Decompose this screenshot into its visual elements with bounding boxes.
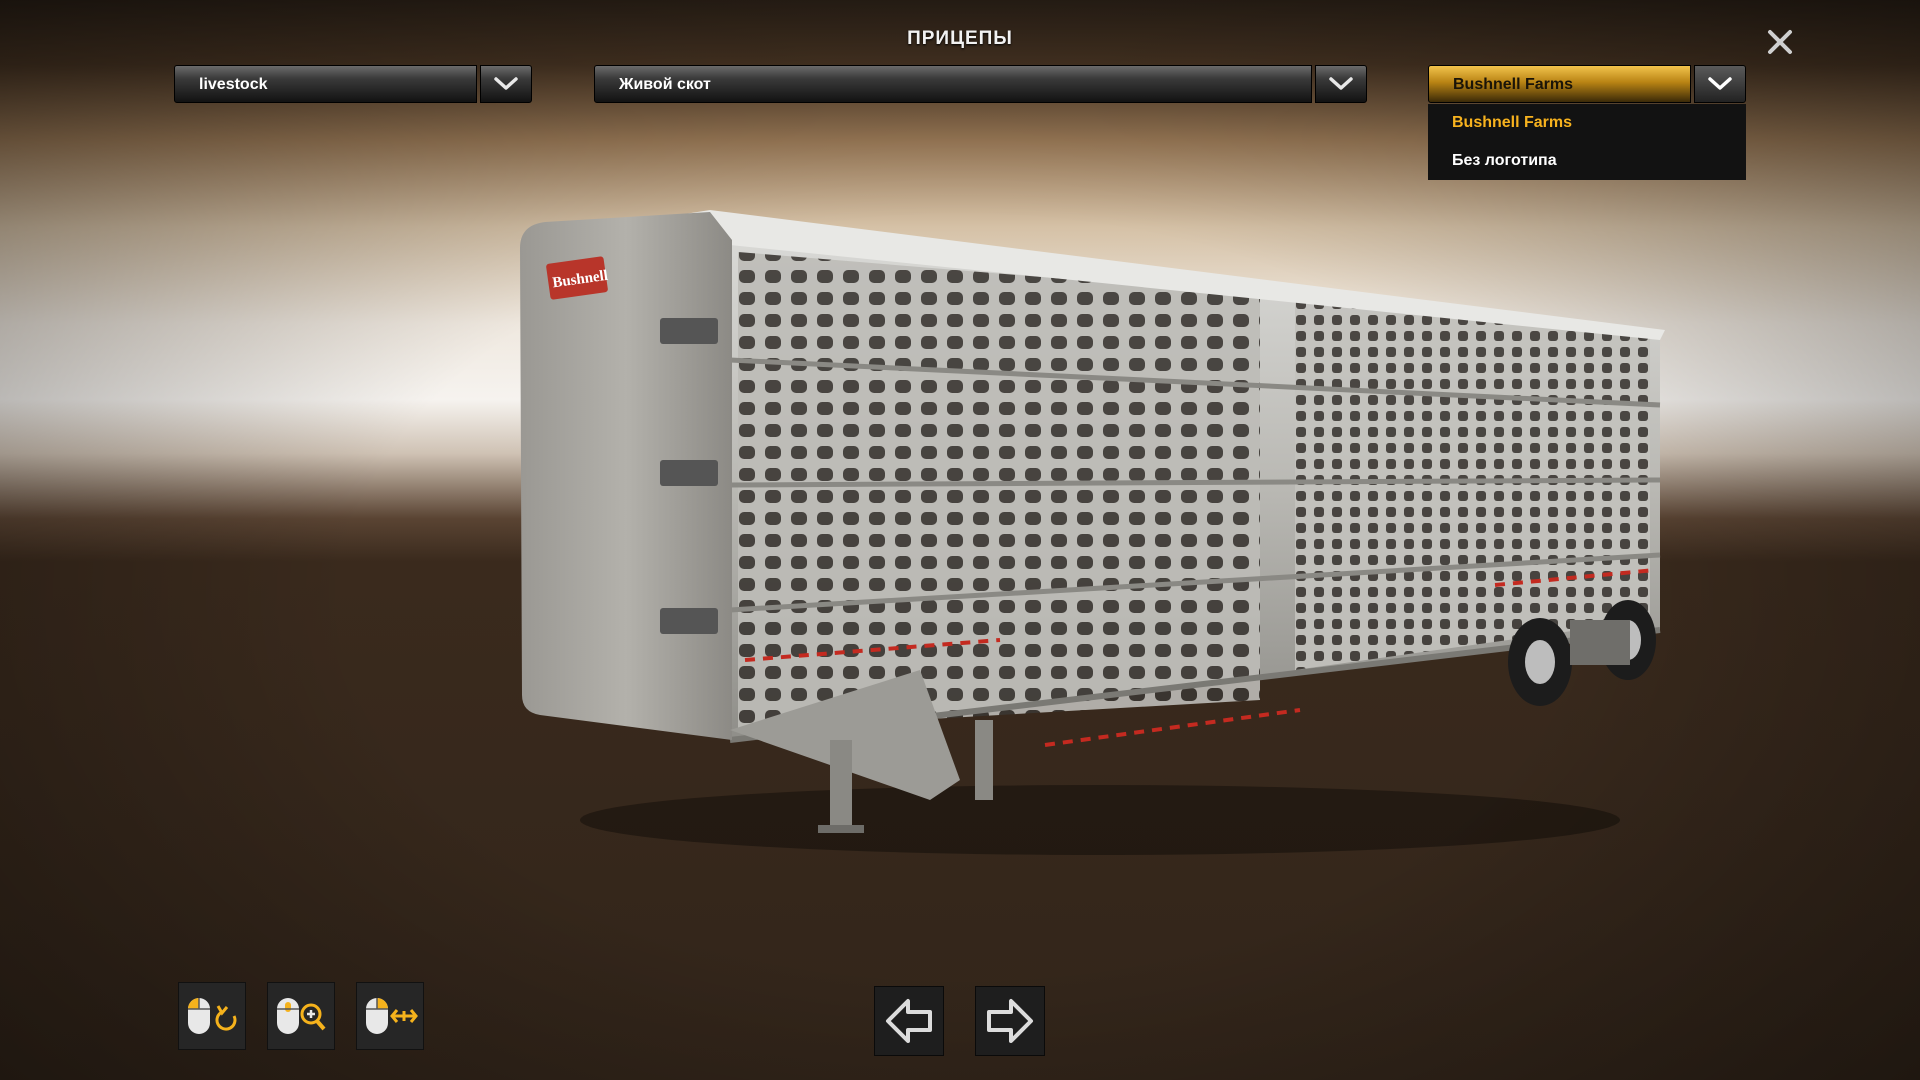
trailer-type-value[interactable]: livestock bbox=[174, 65, 477, 103]
cargo-dropdown-button[interactable] bbox=[1315, 65, 1367, 103]
mouse-zoom-icon bbox=[277, 998, 326, 1034]
chevron-down-icon bbox=[1708, 77, 1732, 90]
logo-option-bushnell[interactable]: Bushnell Farms bbox=[1428, 104, 1746, 142]
trailer-preview[interactable]: Bushnell bbox=[500, 200, 1680, 860]
logo-option-none[interactable]: Без логотипа bbox=[1428, 142, 1746, 180]
next-trailer-button[interactable] bbox=[975, 986, 1045, 1056]
cargo-dropdown[interactable]: Живой скот bbox=[594, 65, 1367, 103]
trailer-type-dropdown-button[interactable] bbox=[480, 65, 532, 103]
mouse-pan-icon bbox=[366, 998, 418, 1034]
chevron-down-icon bbox=[494, 77, 518, 90]
cargo-value[interactable]: Живой скот bbox=[594, 65, 1312, 103]
rotate-view-button[interactable] bbox=[178, 982, 246, 1050]
previous-trailer-button[interactable] bbox=[874, 986, 944, 1056]
logo-dropdown-button[interactable] bbox=[1694, 65, 1746, 103]
close-icon[interactable] bbox=[1764, 26, 1796, 58]
page-title: ПРИЦЕПЫ bbox=[907, 28, 1013, 49]
pan-view-button[interactable] bbox=[356, 982, 424, 1050]
arrow-right-icon bbox=[987, 999, 1033, 1043]
arrow-left-icon bbox=[886, 999, 932, 1043]
zoom-view-button[interactable] bbox=[267, 982, 335, 1050]
logo-value[interactable]: Bushnell Farms bbox=[1428, 65, 1691, 103]
trailer-type-dropdown[interactable]: livestock bbox=[174, 65, 532, 103]
logo-dropdown-list: Bushnell Farms Без логотипа bbox=[1428, 104, 1746, 180]
mouse-rotate-icon bbox=[188, 998, 237, 1034]
chevron-down-icon bbox=[1329, 77, 1353, 90]
logo-dropdown[interactable]: Bushnell Farms bbox=[1428, 65, 1746, 103]
